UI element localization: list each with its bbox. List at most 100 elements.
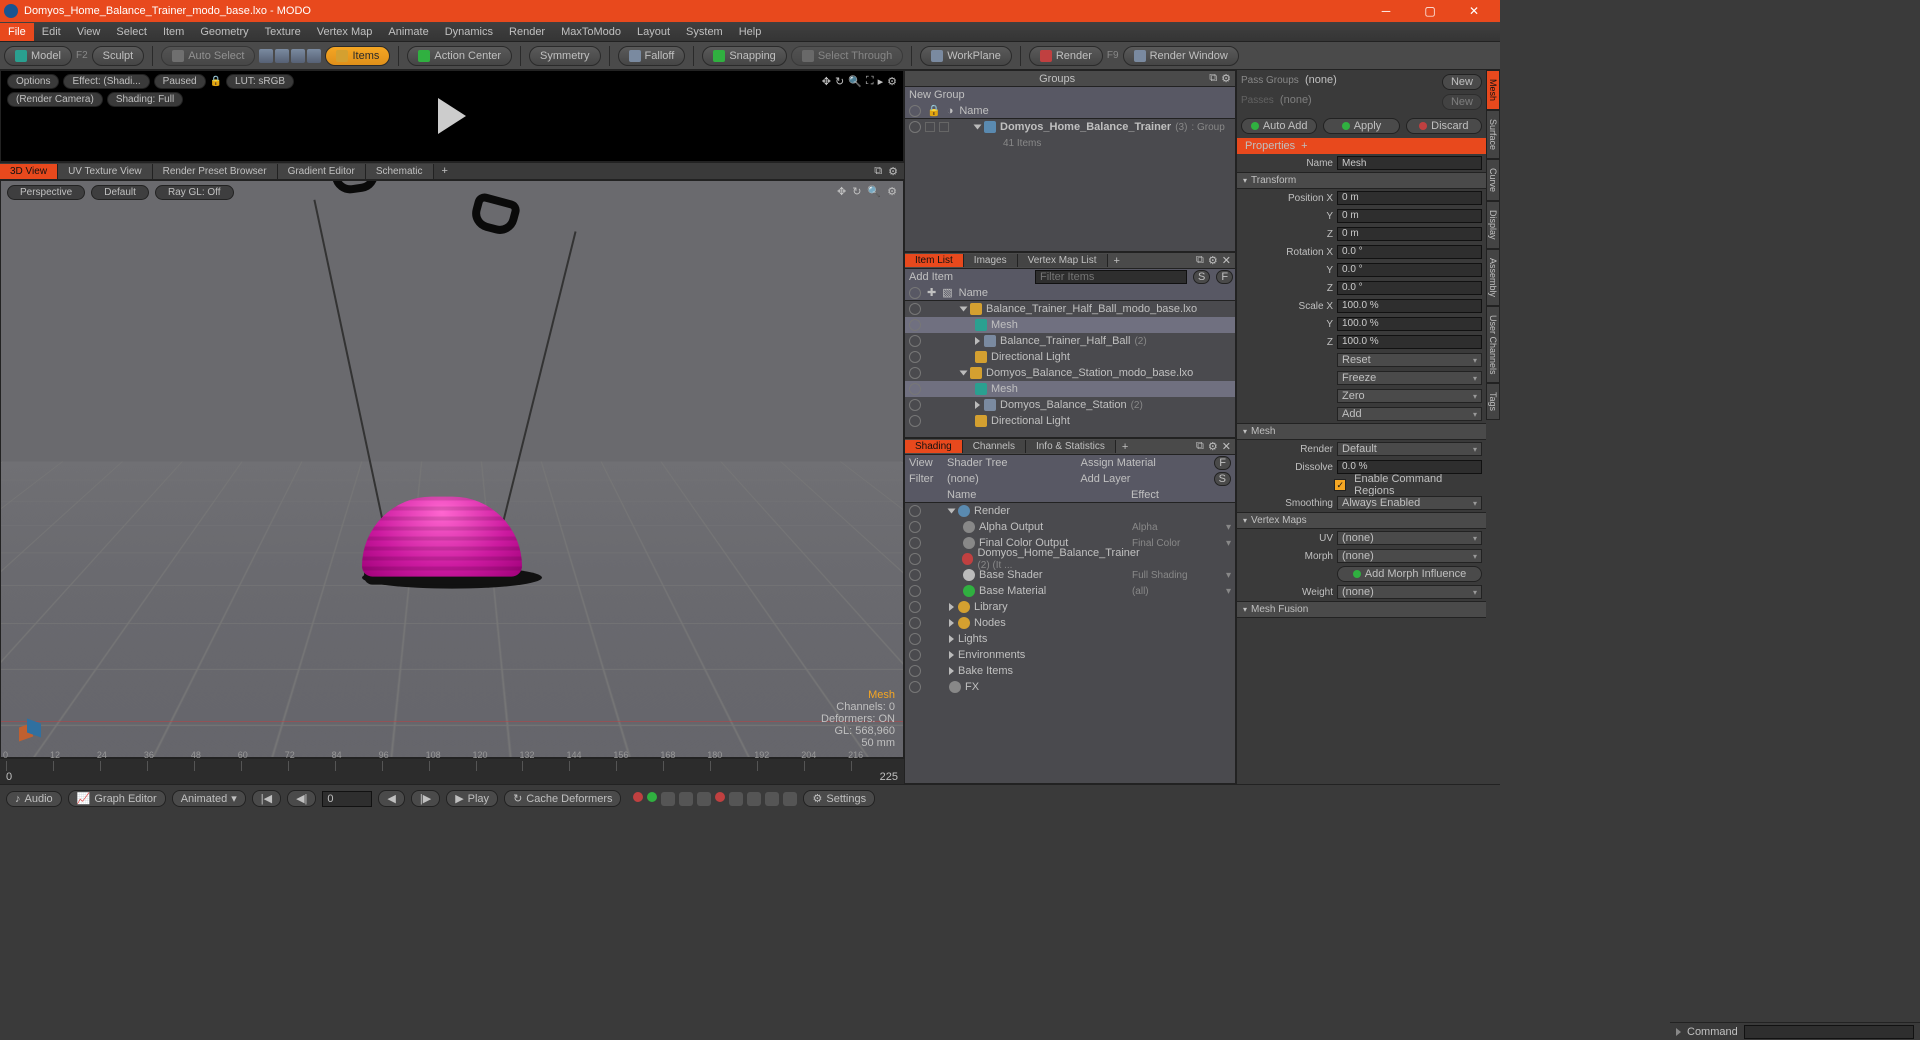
zoom-icon[interactable]: 🔍 bbox=[848, 75, 862, 88]
menu-texture[interactable]: Texture bbox=[257, 23, 309, 41]
eye-icon[interactable] bbox=[909, 681, 921, 693]
eye-icon[interactable] bbox=[909, 537, 921, 549]
apply-button[interactable]: Apply bbox=[1323, 118, 1399, 134]
shader-row[interactable]: Bake Items bbox=[905, 663, 1235, 679]
chevron-right-icon[interactable] bbox=[975, 401, 980, 409]
pan-icon[interactable]: ✥ bbox=[822, 75, 831, 88]
menu-animate[interactable]: Animate bbox=[380, 23, 436, 41]
add-tab[interactable]: + bbox=[1108, 255, 1126, 267]
item-row[interactable]: Directional Light bbox=[905, 349, 1235, 365]
preview-paused[interactable]: Paused bbox=[154, 74, 206, 89]
add-dropdown[interactable]: Add bbox=[1337, 407, 1482, 421]
shader-row[interactable]: Render bbox=[905, 503, 1235, 519]
viewport-3d[interactable]: Perspective Default Ray GL: Off ✥↻🔍⚙ Mes… bbox=[0, 180, 904, 758]
f-button[interactable]: F bbox=[1216, 270, 1233, 284]
ecr-checkbox[interactable]: ✓ bbox=[1334, 479, 1346, 491]
tab-properties[interactable]: Properties bbox=[1245, 140, 1295, 152]
close-button[interactable]: ✕ bbox=[1452, 0, 1496, 22]
shader-row[interactable]: Library bbox=[905, 599, 1235, 615]
axis-gizmo[interactable] bbox=[13, 715, 43, 745]
tab-shading[interactable]: Shading bbox=[905, 440, 963, 453]
shader-row[interactable]: Base ShaderFull Shading▾ bbox=[905, 567, 1235, 583]
more-icon[interactable]: ▸ bbox=[878, 75, 884, 88]
play-button[interactable]: ▶ Play bbox=[446, 790, 498, 807]
uv-dropdown[interactable]: (none) bbox=[1337, 531, 1482, 545]
workplane-button[interactable]: WorkPlane bbox=[920, 46, 1012, 66]
lock-icon[interactable]: 🔒 bbox=[927, 104, 941, 117]
gear-icon[interactable]: ⚙ bbox=[887, 185, 897, 200]
goto-start[interactable]: |◀ bbox=[252, 790, 281, 807]
zero-dropdown[interactable]: Zero bbox=[1337, 389, 1482, 403]
gear-icon[interactable]: ⚙ bbox=[1221, 72, 1231, 85]
chevron-right-icon[interactable] bbox=[1676, 1028, 1681, 1036]
item-row[interactable]: Directional Light bbox=[905, 413, 1235, 429]
timeline-ruler[interactable]: 0122436486072849610812013214415616818019… bbox=[6, 761, 898, 771]
gear-icon[interactable]: ⚙ bbox=[888, 165, 898, 178]
rotate-icon[interactable]: ↻ bbox=[835, 75, 844, 88]
popout-icon[interactable]: ⧉ bbox=[874, 165, 882, 178]
chevron-down-icon[interactable] bbox=[948, 509, 956, 514]
passes-dropdown[interactable]: Passes (none) bbox=[1241, 94, 1438, 110]
eye-icon[interactable] bbox=[909, 553, 921, 565]
name-input[interactable] bbox=[1337, 156, 1482, 170]
command-input[interactable] bbox=[1744, 1025, 1914, 1039]
chevron-down-icon[interactable] bbox=[974, 125, 982, 130]
eye-icon[interactable] bbox=[909, 319, 921, 331]
menu-help[interactable]: Help bbox=[731, 23, 770, 41]
menu-item[interactable]: Item bbox=[155, 23, 192, 41]
gear-icon[interactable]: ⚙ bbox=[887, 75, 897, 88]
eye-icon[interactable] bbox=[909, 383, 921, 395]
actioncenter-button[interactable]: Action Center bbox=[407, 46, 512, 66]
vtab-user-channels[interactable]: User Channels bbox=[1486, 306, 1500, 384]
rotx-input[interactable]: 0.0 ° bbox=[1337, 245, 1482, 259]
render-button[interactable]: Render bbox=[1029, 46, 1103, 66]
checkbox[interactable] bbox=[939, 122, 949, 132]
eye-icon[interactable] bbox=[909, 585, 921, 597]
tab-images[interactable]: Images bbox=[964, 254, 1018, 267]
addmorph-button[interactable]: Add Morph Influence bbox=[1337, 566, 1482, 582]
shadertree-dropdown[interactable]: Shader Tree bbox=[947, 457, 1077, 469]
chevron-down-icon[interactable] bbox=[960, 371, 968, 376]
f-button[interactable]: F bbox=[1214, 456, 1231, 470]
tool-icon[interactable] bbox=[747, 792, 761, 806]
shader-row[interactable]: Alpha OutputAlpha▾ bbox=[905, 519, 1235, 535]
menu-system[interactable]: System bbox=[678, 23, 731, 41]
add-tab-button[interactable]: + bbox=[434, 163, 456, 179]
menu-vertexmap[interactable]: Vertex Map bbox=[309, 23, 381, 41]
preview-lut[interactable]: LUT: sRGB bbox=[226, 74, 294, 89]
eye-icon[interactable] bbox=[909, 633, 921, 645]
menu-maxtomodo[interactable]: MaxToModo bbox=[553, 23, 629, 41]
eye-icon[interactable] bbox=[909, 617, 921, 629]
item-row[interactable]: Balance_Trainer_Half_Ball_modo_base.lxo bbox=[905, 301, 1235, 317]
settings-button[interactable]: ⚙Settings bbox=[803, 790, 875, 807]
shader-row[interactable]: Environments bbox=[905, 647, 1235, 663]
popout-icon[interactable]: ⧉ bbox=[1209, 72, 1217, 85]
symmetry-button[interactable]: Symmetry bbox=[529, 46, 601, 66]
section-transform[interactable]: Transform bbox=[1237, 172, 1486, 189]
scly-input[interactable]: 100.0 % bbox=[1337, 317, 1482, 331]
close-icon[interactable]: ✕ bbox=[1222, 440, 1231, 453]
menu-geometry[interactable]: Geometry bbox=[192, 23, 256, 41]
item-row[interactable]: Balance_Trainer_Half_Ball (2) bbox=[905, 333, 1235, 349]
poly-icon[interactable] bbox=[291, 49, 305, 63]
tool-icon[interactable] bbox=[697, 792, 711, 806]
zoom-icon[interactable]: 🔍 bbox=[867, 185, 881, 200]
passgroups-new[interactable]: New bbox=[1442, 74, 1482, 90]
animated-dropdown[interactable]: Animated ▾ bbox=[172, 790, 246, 807]
vtab-surface[interactable]: Surface bbox=[1486, 110, 1500, 159]
popout-icon[interactable]: ⧉ bbox=[1196, 440, 1204, 453]
tab-uvview[interactable]: UV Texture View bbox=[58, 164, 153, 179]
tab-info[interactable]: Info & Statistics bbox=[1026, 440, 1116, 453]
eye-icon[interactable] bbox=[909, 105, 921, 117]
vp-raygl[interactable]: Ray GL: Off bbox=[155, 185, 234, 200]
cache-button[interactable]: ↻Cache Deformers bbox=[504, 790, 621, 807]
section-vmaps[interactable]: Vertex Maps bbox=[1237, 512, 1486, 529]
edge-icon[interactable] bbox=[275, 49, 289, 63]
autoselect-button[interactable]: Auto Select bbox=[161, 46, 255, 66]
grapheditor-button[interactable]: 📈Graph Editor bbox=[68, 790, 166, 807]
close-icon[interactable]: ✕ bbox=[1222, 254, 1231, 267]
add-tab[interactable]: + bbox=[1116, 441, 1134, 453]
chevron-right-icon[interactable] bbox=[975, 337, 980, 345]
menu-edit[interactable]: Edit bbox=[34, 23, 69, 41]
eye-icon[interactable] bbox=[909, 287, 921, 299]
